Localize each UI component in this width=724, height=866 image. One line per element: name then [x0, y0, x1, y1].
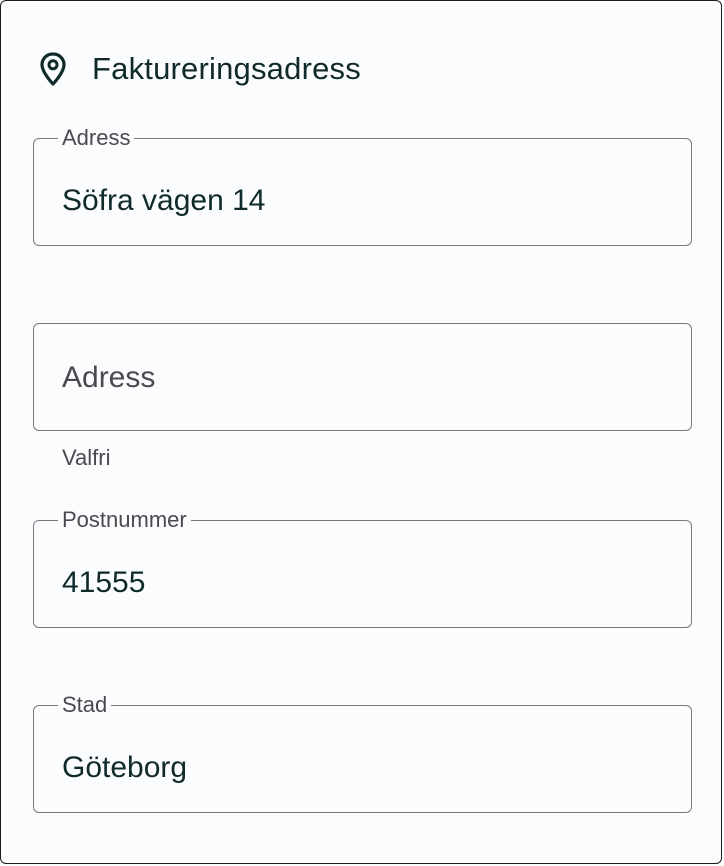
postal-code-field[interactable]: Postnummer 41555	[33, 509, 692, 628]
city-value[interactable]: Göteborg	[62, 750, 187, 786]
city-field[interactable]: Stad Göteborg	[33, 694, 692, 813]
location-pin-icon	[38, 51, 68, 87]
address-line2-placeholder[interactable]: Adress	[62, 360, 155, 396]
address-line2-field[interactable]: Adress	[33, 323, 692, 431]
address-field[interactable]: Adress Söfra vägen 14	[33, 127, 692, 246]
section-header: Faktureringsadress	[38, 49, 361, 89]
address-line2-helper-text: Valfri	[62, 445, 111, 470]
address-label: Adress	[62, 125, 131, 150]
postal-code-label: Postnummer	[62, 507, 187, 532]
section-title: Faktureringsadress	[92, 51, 361, 86]
postal-code-value[interactable]: 41555	[62, 565, 145, 601]
address-value[interactable]: Söfra vägen 14	[62, 183, 265, 219]
city-label: Stad	[62, 692, 108, 717]
billing-address-card: Faktureringsadress Adress Söfra vägen 14…	[0, 0, 722, 864]
